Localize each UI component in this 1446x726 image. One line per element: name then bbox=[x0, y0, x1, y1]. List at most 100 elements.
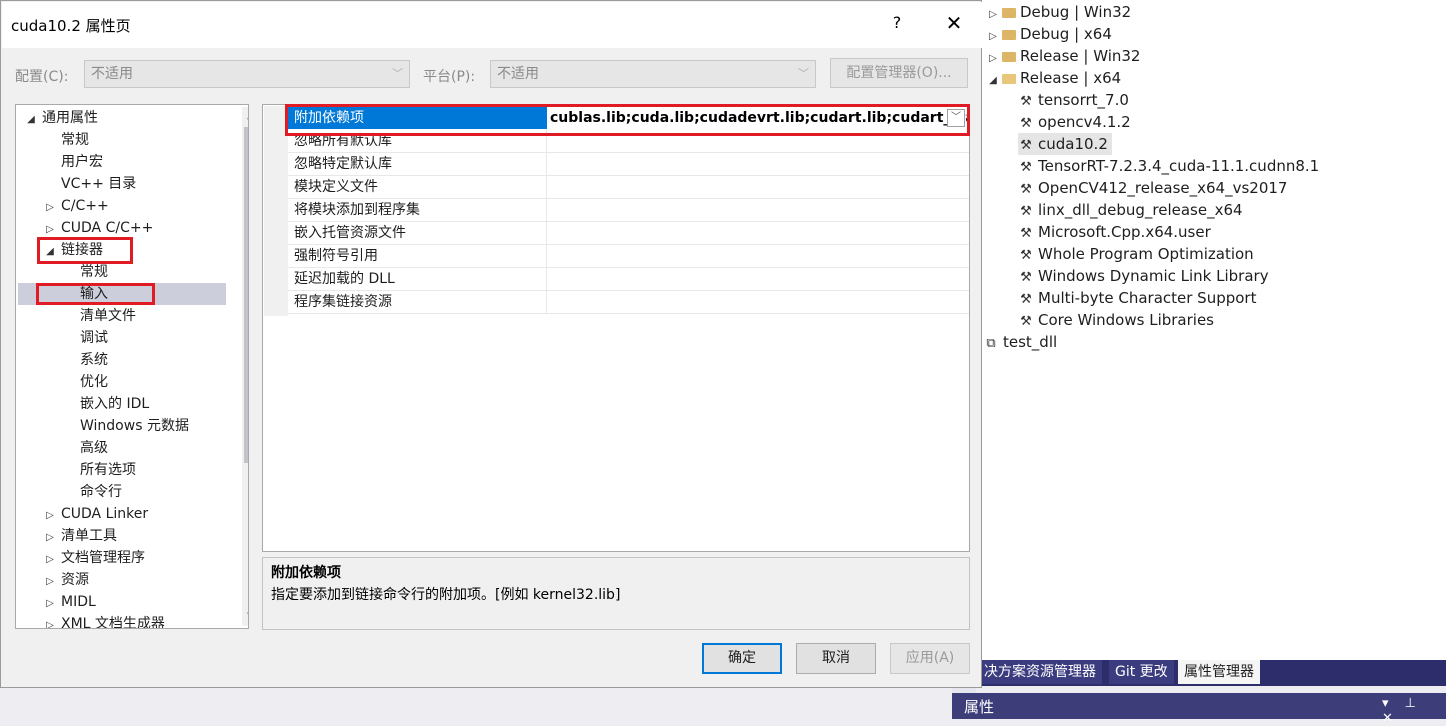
configuration-select[interactable]: 不适用 ﹀ bbox=[84, 60, 410, 88]
apply-button[interactable]: 应用(A) bbox=[890, 643, 970, 674]
property-manager-item[interactable]: ⚒ Core Windows Libraries bbox=[1018, 309, 1214, 331]
tree-item[interactable]: 高级 bbox=[62, 437, 108, 459]
wrench-icon: ⚒ bbox=[1020, 226, 1032, 241]
property-row[interactable]: 延迟加载的 DLL bbox=[288, 268, 969, 291]
tool-window-tab[interactable]: 属性管理器 bbox=[1178, 660, 1260, 684]
tree-item[interactable]: 清单文件 bbox=[62, 305, 136, 327]
configuration-label: 配置(C): bbox=[15, 69, 69, 85]
tree-item-label: 系统 bbox=[80, 352, 108, 368]
tree-item[interactable]: 用户宏 bbox=[43, 151, 103, 173]
tree-item[interactable]: 嵌入的 IDL bbox=[62, 393, 149, 415]
property-manager-item-label: Microsoft.Cpp.x64.user bbox=[1038, 223, 1211, 241]
property-manager-item[interactable]: ⚒ opencv4.1.2 bbox=[1018, 111, 1131, 133]
ok-button[interactable]: 确定 bbox=[702, 643, 782, 674]
tree-item[interactable]: VC++ 目录 bbox=[43, 173, 136, 195]
tree-item-label: 调试 bbox=[80, 330, 108, 346]
expanded-triangle-icon[interactable]: ◢ bbox=[986, 70, 1000, 92]
property-row[interactable]: 模块定义文件 bbox=[288, 176, 969, 199]
tree-item[interactable]: ▷ XML 文档生成器 bbox=[43, 613, 165, 629]
property-manager-item[interactable]: ⚒ Windows Dynamic Link Library bbox=[1018, 265, 1268, 287]
tree-item[interactable]: ▷ 资源 bbox=[43, 569, 89, 591]
property-manager-item[interactable]: ⚒ cuda10.2 bbox=[1018, 133, 1112, 155]
property-manager-item[interactable]: ⚒ Multi-byte Character Support bbox=[1018, 287, 1256, 309]
tree-item-label: XML 文档生成器 bbox=[61, 616, 165, 629]
tree-item[interactable]: ▷ CUDA C/C++ bbox=[43, 217, 153, 239]
expanded-triangle-icon[interactable]: ◢ bbox=[43, 241, 57, 263]
tree-item[interactable]: 命令行 bbox=[62, 481, 122, 503]
property-pages-dialog: cuda10.2 属性页 ? ✕ 配置(C): 不适用 ﹀ 平台(P): 不适用… bbox=[0, 0, 982, 688]
property-manager-item[interactable]: ⚒ Microsoft.Cpp.x64.user bbox=[1018, 221, 1211, 243]
property-manager-item[interactable]: ⚒ OpenCV412_release_x64_vs2017 bbox=[1018, 177, 1287, 199]
property-row[interactable]: 程序集链接资源 bbox=[288, 291, 969, 314]
property-row[interactable]: 将模块添加到程序集 bbox=[288, 199, 969, 222]
tree-item-label: 嵌入的 IDL bbox=[80, 396, 150, 412]
configuration-manager-button[interactable]: 配置管理器(O)... bbox=[830, 58, 968, 88]
property-manager-item-label: Debug | Win32 bbox=[1020, 3, 1132, 21]
column-divider bbox=[546, 153, 547, 175]
collapsed-triangle-icon[interactable]: ▷ bbox=[43, 571, 57, 593]
property-manager-item[interactable]: ▷ Debug | Win32 bbox=[986, 1, 1131, 23]
cancel-button[interactable]: 取消 bbox=[796, 643, 876, 674]
property-category-tree[interactable]: ◢ 通用属性 常规 用户宏 VC++ 目录 ▷ C/C++ ▷ CUDA C/C++ ◢ 链接器 常规… bbox=[15, 104, 249, 629]
collapsed-triangle-icon[interactable]: ▷ bbox=[43, 219, 57, 241]
collapsed-triangle-icon[interactable]: ▷ bbox=[43, 527, 57, 549]
tree-item[interactable]: ◢ 通用属性 bbox=[24, 107, 98, 129]
property-row[interactable]: 忽略特定默认库 bbox=[288, 153, 969, 176]
additional-dependencies-value[interactable]: cublas.lib;cuda.lib;cudadevrt.lib;cudart… bbox=[547, 107, 967, 129]
wrench-icon: ⚒ bbox=[1020, 138, 1032, 153]
wrench-icon: ⚒ bbox=[1020, 160, 1032, 175]
scroll-up-icon[interactable]: ▲ bbox=[242, 107, 248, 125]
property-manager-item[interactable]: ▷ Release | Win32 bbox=[986, 45, 1140, 67]
tree-item[interactable]: 所有选项 bbox=[62, 459, 136, 481]
property-row[interactable]: 强制符号引用 bbox=[288, 245, 969, 268]
tree-item-label: VC++ 目录 bbox=[61, 176, 137, 192]
property-row-additional-dependencies[interactable]: 附加依赖项 bbox=[288, 107, 547, 129]
tree-item-label: 命令行 bbox=[80, 484, 122, 500]
wrench-icon: ⚒ bbox=[1020, 204, 1032, 219]
tree-item[interactable]: 输入 bbox=[62, 283, 108, 305]
property-manager-item[interactable]: ◢ Release | x64 bbox=[986, 67, 1121, 89]
collapsed-triangle-icon[interactable]: ▷ bbox=[43, 593, 57, 615]
platform-select[interactable]: 不适用 ﹀ bbox=[490, 60, 816, 88]
tree-item[interactable]: 常规 bbox=[62, 261, 108, 283]
collapsed-triangle-icon[interactable]: ▷ bbox=[43, 549, 57, 571]
dialog-title: cuda10.2 属性页 bbox=[11, 17, 131, 35]
tree-item[interactable]: ▷ 清单工具 bbox=[43, 525, 117, 547]
tree-item[interactable]: 系统 bbox=[62, 349, 108, 371]
expanded-triangle-icon[interactable]: ◢ bbox=[24, 109, 38, 131]
property-manager-item[interactable]: ⧉ test_dll bbox=[983, 331, 1057, 353]
tree-item[interactable]: 调试 bbox=[62, 327, 108, 349]
wrench-icon: ⚒ bbox=[1020, 314, 1032, 329]
tree-item[interactable]: 常规 bbox=[43, 129, 89, 151]
property-row[interactable]: 忽略所有默认库 bbox=[288, 130, 969, 153]
property-manager-item-label: opencv4.1.2 bbox=[1038, 113, 1131, 131]
tree-item[interactable]: 优化 bbox=[62, 371, 108, 393]
tree-item[interactable]: ▷ 文档管理程序 bbox=[43, 547, 145, 569]
property-manager-item[interactable]: ⚒ linx_dll_debug_release_x64 bbox=[1018, 199, 1242, 221]
tree-selection-highlight bbox=[18, 283, 226, 305]
tool-window-tab[interactable]: 决方案资源管理器 bbox=[978, 660, 1102, 684]
property-manager-item[interactable]: ⚒ tensorrt_7.0 bbox=[1018, 89, 1129, 111]
property-manager-item[interactable]: ⚒ TensorRT-7.2.3.4_cuda-11.1.cudnn8.1 bbox=[1018, 155, 1319, 177]
tree-item[interactable]: ▷ CUDA Linker bbox=[43, 503, 148, 525]
property-manager-item-label: Multi-byte Character Support bbox=[1038, 289, 1257, 307]
tree-item[interactable]: Windows 元数据 bbox=[62, 415, 189, 437]
close-icon[interactable]: ✕ bbox=[941, 11, 967, 37]
collapsed-triangle-icon[interactable]: ▷ bbox=[43, 197, 57, 219]
property-value: cublas.lib;cuda.lib;cudadevrt.lib;cudart… bbox=[550, 110, 967, 126]
tree-item[interactable]: ▷ C/C++ bbox=[43, 195, 109, 217]
tree-scrollbar-thumb[interactable] bbox=[244, 127, 248, 463]
collapsed-triangle-icon[interactable]: ▷ bbox=[43, 615, 57, 628]
tool-window-tab[interactable]: Git 更改 bbox=[1109, 660, 1174, 684]
chevron-down-icon[interactable]: ﹀ bbox=[947, 109, 965, 127]
collapsed-triangle-icon[interactable]: ▷ bbox=[43, 505, 57, 527]
property-grid: 附加依赖项 cublas.lib;cuda.lib;cudadevrt.lib;… bbox=[262, 104, 970, 552]
tree-item[interactable]: ▷ MIDL bbox=[43, 591, 96, 613]
help-button[interactable]: ? bbox=[887, 13, 907, 37]
property-manager-item[interactable]: ▷ Debug | x64 bbox=[986, 23, 1112, 45]
property-row[interactable]: 嵌入托管资源文件 bbox=[288, 222, 969, 245]
property-manager-item[interactable]: ⚒ Whole Program Optimization bbox=[1018, 243, 1254, 265]
properties-window-controls[interactable]: ▾ ⊥ ✕ bbox=[1382, 696, 1446, 726]
tree-item[interactable]: ◢ 链接器 bbox=[43, 239, 103, 261]
scroll-down-icon[interactable]: ▼ bbox=[242, 608, 248, 626]
